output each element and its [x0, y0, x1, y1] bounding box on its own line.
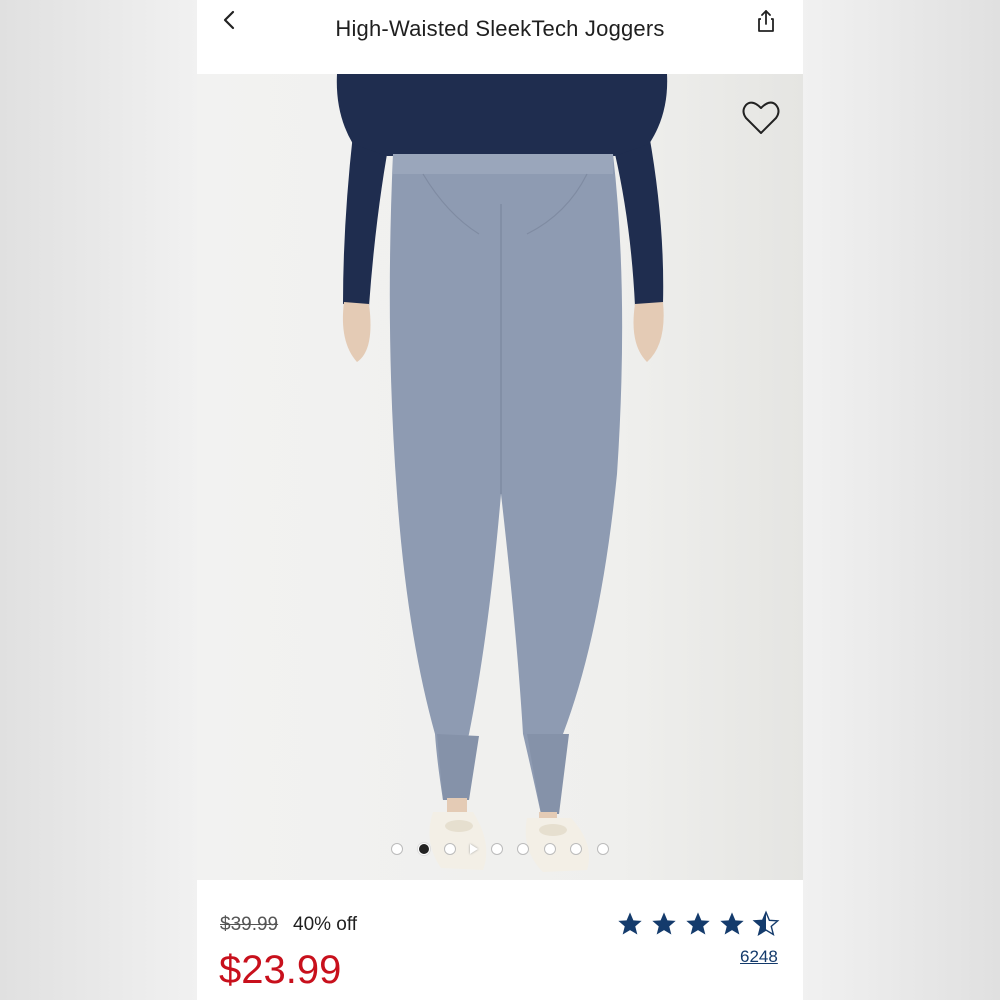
star-icon — [652, 912, 676, 935]
original-price: $39.99 — [220, 914, 279, 935]
product-photo — [336, 74, 668, 872]
carousel-dot[interactable] — [543, 842, 556, 855]
carousel-dot[interactable] — [491, 842, 503, 855]
star-icon — [686, 912, 710, 935]
star-icon — [618, 912, 642, 935]
page-title: High-Waisted SleekTech Joggers — [335, 16, 665, 41]
left-background — [0, 0, 197, 1000]
sale-price: $23.99 — [219, 948, 342, 992]
carousel-dot-active[interactable] — [417, 842, 430, 855]
header-bar: High-Waisted SleekTech Joggers — [197, 0, 803, 74]
price-section: $39.99 40% off $23.99 6248 — [197, 880, 803, 1000]
star-icon — [720, 912, 744, 935]
favorite-button[interactable] — [739, 96, 783, 140]
carousel-dot[interactable] — [570, 842, 583, 855]
video-play-icon[interactable] — [469, 843, 478, 854]
carousel-dot[interactable] — [517, 842, 530, 855]
discount-label: 40% off — [293, 914, 358, 935]
carousel-indicator — [197, 840, 803, 855]
share-icon — [758, 10, 774, 32]
share-button[interactable] — [751, 6, 781, 36]
product-screen: High-Waisted SleekTech Joggers $39.99 40… — [197, 0, 803, 1000]
carousel-dot[interactable] — [444, 842, 457, 855]
carousel-dot[interactable] — [596, 842, 609, 855]
review-count-link[interactable]: 6248 — [740, 947, 778, 967]
product-image-gallery[interactable] — [197, 74, 803, 880]
heart-icon — [742, 101, 780, 134]
carousel-dot[interactable] — [391, 842, 404, 855]
right-background — [803, 0, 1000, 1000]
star-half-icon — [752, 910, 780, 936]
